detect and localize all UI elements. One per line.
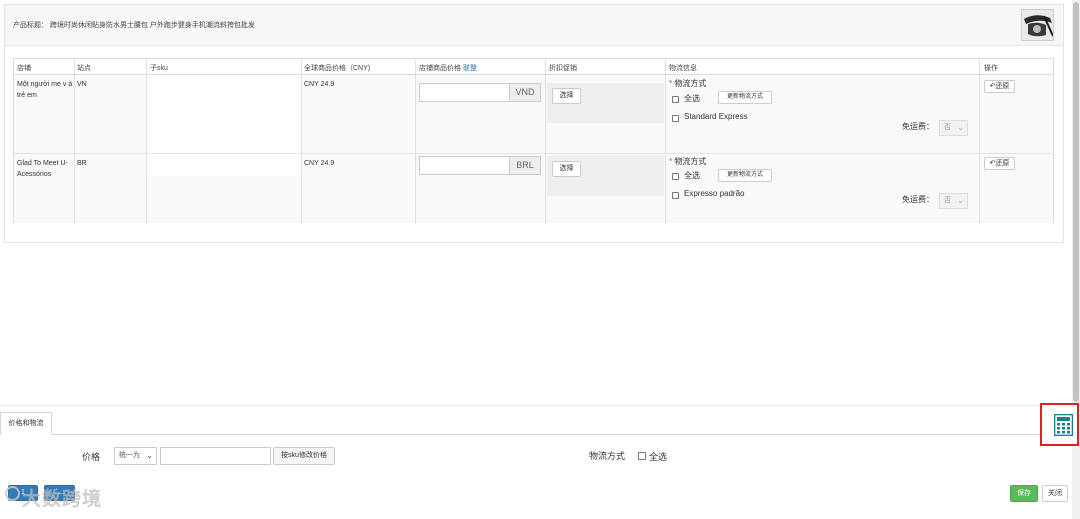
col-discount: 折扣促销 — [549, 65, 577, 72]
chevron-down-icon: ⌄ — [957, 123, 964, 132]
col-shop: 店铺 — [17, 65, 31, 72]
free-shipping-label: 免运费： — [902, 195, 934, 204]
site-code: VN — [77, 81, 87, 88]
column-divider — [415, 59, 416, 224]
product-title: 产品标题： 跨境时尚休闲贴身防水男士腰包 户外跑步健身手机潮流斜挎包批发 — [13, 20, 255, 30]
column-divider — [979, 59, 980, 224]
save-button[interactable]: 保存 — [1010, 485, 1038, 502]
shipping-select-all-checkbox[interactable] — [638, 452, 646, 460]
column-divider — [301, 59, 302, 224]
discount-select-button[interactable]: 选择 — [552, 88, 581, 104]
col-site: 站点 — [77, 65, 91, 72]
shipping-method-label: * 物流方式 — [669, 79, 707, 88]
sub-sku-cell — [147, 75, 301, 153]
restore-button[interactable]: ↶还原 — [984, 80, 1015, 93]
watermark: 大数跨境 — [22, 489, 103, 510]
tab-bar-line — [0, 434, 1072, 435]
shop-name: Một người mẹ v à trẻ em — [17, 81, 73, 99]
shipping-method-label: * 物流方式 — [669, 157, 707, 166]
col-global-price: 全球商品价格（CNY) — [304, 65, 371, 72]
col-shop-price-label: 店铺商品价格 — [419, 65, 461, 72]
shipping-option-label: Expresso padrão — [684, 189, 745, 198]
chevron-down-icon: ⌄ — [957, 196, 964, 205]
store-price-table: 店铺 站点 子sku 全球商品价格（CNY) 店铺商品价格 联整 折扣促销 物流… — [13, 58, 1054, 224]
select-all-checkbox[interactable] — [672, 173, 679, 180]
watermark-logo — [5, 486, 20, 501]
tab-price-and-logistics[interactable]: 价格和物流 — [0, 412, 52, 435]
currency-addon: VND — [510, 83, 541, 102]
select-all-label: 全选 — [684, 94, 700, 103]
shipping-select-all-label: 全选 — [649, 452, 668, 462]
product-title-text: 跨境时尚休闲贴身防水男士腰包 户外跑步健身手机潮流斜挎包批发 — [49, 22, 255, 29]
sub-sku-cell — [147, 154, 301, 176]
chevron-down-icon: ⌄ — [146, 451, 153, 460]
discount-select-button[interactable]: 选择 — [552, 161, 581, 177]
select-all-checkbox[interactable] — [672, 96, 679, 103]
currency-addon: BRL — [510, 156, 541, 175]
col-sub-sku: 子sku — [150, 65, 168, 72]
free-shipping-label: 免运费： — [902, 122, 934, 131]
column-divider — [665, 59, 666, 224]
calculator-button[interactable] — [1040, 403, 1079, 446]
update-shipping-button[interactable]: 更新物流方式 — [718, 91, 772, 104]
update-shipping-button[interactable]: 更新物流方式 — [718, 169, 772, 182]
column-divider — [545, 59, 546, 224]
column-divider — [74, 59, 75, 224]
select-all-label: 全选 — [684, 171, 700, 180]
card-header: 产品标题： 跨境时尚休闲贴身防水男士腰包 户外跑步健身手机潮流斜挎包批发 — [5, 5, 1063, 46]
shipping-method-label: 物流方式 — [589, 451, 626, 461]
table-row: Một người mẹ v à trẻ em VN CNY 24.9 VND … — [14, 75, 1053, 154]
sku-price-button[interactable]: 按sku修改价格 — [273, 447, 335, 465]
col-actions: 操作 — [984, 65, 998, 72]
table-header: 店铺 站点 子sku 全球商品价格（CNY) 店铺商品价格 联整 折扣促销 物流… — [14, 59, 1053, 75]
shipping-option-checkbox[interactable] — [672, 115, 679, 122]
product-title-label: 产品标题： — [13, 22, 48, 29]
product-card: 产品标题： 跨境时尚休闲贴身防水男士腰包 户外跑步健身手机潮流斜挎包批发 店铺 … — [4, 4, 1064, 243]
restore-button[interactable]: ↶还原 — [984, 157, 1015, 170]
shop-name: Glad To Meet U- Acessórios — [17, 160, 68, 178]
calculator-icon — [1054, 414, 1073, 436]
price-label: 价格 — [82, 452, 101, 462]
shop-price-input[interactable] — [419, 83, 510, 102]
free-shipping-select: 否 ⌄ — [939, 193, 968, 209]
free-shipping-select: 否 ⌄ — [939, 120, 968, 136]
shipping-option-checkbox[interactable] — [672, 192, 679, 199]
unified-price-input[interactable] — [160, 447, 271, 465]
shipping-option-label: Standard Express — [684, 112, 748, 121]
panel-divider — [0, 405, 1072, 406]
global-price: CNY 24.9 — [304, 160, 335, 167]
global-price: CNY 24.9 — [304, 81, 335, 88]
shop-price-input[interactable] — [419, 156, 510, 175]
product-thumbnail[interactable] — [1021, 9, 1054, 41]
scrollbar-thumb[interactable] — [1073, 2, 1079, 402]
price-mode-select[interactable]: 统一为 ⌄ — [114, 447, 157, 465]
batch-price-link[interactable]: 联整 — [463, 65, 477, 72]
col-logistics: 物流信息 — [669, 65, 697, 72]
col-shop-price: 店铺商品价格 联整 — [419, 63, 477, 73]
site-code: BR — [77, 160, 87, 167]
column-divider — [146, 59, 147, 224]
close-button[interactable]: 关闭 — [1042, 485, 1068, 502]
table-row: Glad To Meet U- Acessórios BR CNY 24.9 B… — [14, 154, 1053, 223]
